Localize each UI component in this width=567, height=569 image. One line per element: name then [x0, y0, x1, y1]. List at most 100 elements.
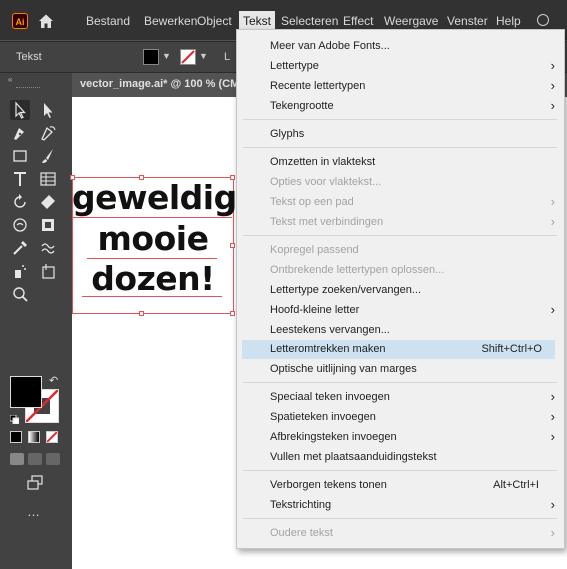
- chevron-right-icon: ›: [550, 302, 555, 317]
- menu-item-omzetten-in-vlaktekst[interactable]: Omzetten in vlaktekst: [237, 153, 564, 172]
- selection-handle[interactable]: [139, 311, 144, 316]
- menu-item-lettertype[interactable]: Lettertype ›: [237, 57, 564, 76]
- menu-item-oudere-tekst[interactable]: Oudere tekst ›: [237, 524, 564, 543]
- menu-item-leestekens-vervangen[interactable]: Leestekens vervangen...: [237, 321, 564, 340]
- chevron-right-icon: ›: [550, 194, 555, 209]
- menu-item-tekst-op-een-pad[interactable]: Tekst op een pad ›: [237, 193, 564, 212]
- control-bar-more-text: L: [224, 51, 231, 63]
- menu-item-spatieteken-invoegen[interactable]: Spatieteken invoegen ›: [237, 408, 564, 427]
- screen-mode-behind-icon[interactable]: [28, 453, 42, 465]
- chevron-right-icon: ›: [550, 429, 555, 444]
- artboard-tool-icon[interactable]: [38, 215, 58, 235]
- swap-colors-icon[interactable]: ↶: [49, 374, 58, 387]
- default-colors-icon[interactable]: [9, 411, 20, 425]
- artwork-text-line: geweldig: [72, 178, 237, 217]
- menu-separator: [243, 518, 557, 519]
- chevron-right-icon: ›: [550, 98, 555, 113]
- chevron-down-icon[interactable]: ▼: [199, 51, 208, 61]
- screen-mode-normal-icon[interactable]: [10, 453, 24, 465]
- panel-grip[interactable]: [16, 87, 40, 90]
- eyedropper-tool-icon[interactable]: [10, 238, 30, 258]
- change-screen-mode-icon[interactable]: [25, 473, 45, 493]
- rotate-tool-icon[interactable]: [10, 192, 30, 212]
- chevron-down-icon[interactable]: ▼: [162, 51, 171, 61]
- symbol-sprayer-tool-icon[interactable]: [10, 261, 30, 281]
- curvature-tool-icon[interactable]: [38, 123, 58, 143]
- menu-item-opties-voor-vlaktekst[interactable]: Opties voor vlaktekst...: [237, 173, 564, 192]
- direct-selection-tool-icon[interactable]: [38, 100, 58, 120]
- table-tool-icon[interactable]: [38, 169, 58, 189]
- menu-object[interactable]: Object: [193, 11, 236, 31]
- menu-item-tekengrootte[interactable]: Tekengrootte ›: [237, 97, 564, 116]
- menu-effect[interactable]: Effect: [339, 11, 377, 31]
- menu-tekst[interactable]: Tekst: [239, 11, 276, 31]
- text-baseline: [72, 217, 232, 218]
- chevron-right-icon: ›: [550, 389, 555, 404]
- document-tab-title: vector_image.ai* @ 100 % (CMYK: [80, 78, 255, 90]
- menu-separator: [243, 119, 557, 120]
- edit-toolbar-icon[interactable]: …: [27, 504, 40, 519]
- chevron-right-icon: ›: [550, 525, 555, 540]
- menu-separator: [243, 470, 557, 471]
- menu-item-vullen-met-plaatsaanduidingstekst[interactable]: Vullen met plaatsaanduidingstekst: [237, 448, 564, 467]
- blend-tool-icon[interactable]: [38, 238, 58, 258]
- eraser-tool-icon[interactable]: [38, 192, 58, 212]
- menu-bestand[interactable]: Bestand: [82, 11, 134, 31]
- chevron-right-icon: ›: [550, 58, 555, 73]
- rectangle-tool-icon[interactable]: [10, 146, 30, 166]
- options-icon[interactable]: [537, 14, 549, 26]
- color-mode-icon[interactable]: [10, 431, 22, 443]
- menu-item-afbrekingsteken-invoegen[interactable]: Afbrekingsteken invoegen ›: [237, 428, 564, 447]
- menu-item-tekstrichting[interactable]: Tekstrichting ›: [237, 496, 564, 515]
- chevron-right-icon: ›: [550, 78, 555, 93]
- menu-item-optische-uitlijning-van-marges[interactable]: Optische uitlijning van marges: [237, 360, 564, 379]
- chevron-right-icon: ›: [550, 497, 555, 512]
- menu-item-ontbrekende-lettertypen-oplossen[interactable]: Ontbrekende lettertypen oplossen...: [237, 261, 564, 280]
- artwork-text-line: mooie: [97, 219, 209, 258]
- gradient-mode-icon[interactable]: [28, 431, 40, 443]
- menu-item-kopregel-passend[interactable]: Kopregel passend: [237, 241, 564, 260]
- menu-separator: [243, 235, 557, 236]
- home-icon[interactable]: [36, 11, 56, 31]
- selection-tool-icon[interactable]: [10, 100, 30, 120]
- document-tab[interactable]: vector_image.ai* @ 100 % (CMYK: [72, 73, 255, 97]
- shortcut-text: Shift+Ctrl+O: [481, 343, 542, 355]
- menu-item-recente-lettertypen[interactable]: Recente lettertypen ›: [237, 77, 564, 96]
- menu-selecteren[interactable]: Selecteren: [277, 11, 342, 31]
- menu-item-lettertype-zoeken-vervangen[interactable]: Lettertype zoeken/vervangen...: [237, 281, 564, 300]
- slice-tool-icon[interactable]: [38, 261, 58, 281]
- zoom-tool-icon[interactable]: [10, 284, 30, 304]
- menu-separator: [243, 382, 557, 383]
- tools-panel: « ↶ …: [0, 73, 72, 569]
- menu-item-hoofd-kleine-letter[interactable]: Hoofd-kleine letter ›: [237, 301, 564, 320]
- menu-item-verborgen-tekens-tonen[interactable]: Verborgen tekens tonen Alt+Ctrl+I: [237, 476, 564, 495]
- fill-color-box[interactable]: [10, 376, 42, 408]
- menu-item-meer-van-adobe-fonts[interactable]: Meer van Adobe Fonts...: [237, 37, 564, 56]
- control-bar-label: Tekst: [16, 51, 42, 63]
- screen-mode-inside-icon[interactable]: [46, 453, 60, 465]
- tekst-dropdown-menu: Meer van Adobe Fonts... Lettertype › Rece…: [236, 29, 565, 549]
- chevron-right-icon: ›: [550, 409, 555, 424]
- artwork-text-line: dozen!: [91, 259, 215, 298]
- paintbrush-tool-icon[interactable]: [38, 146, 58, 166]
- text-baseline: [82, 296, 222, 297]
- collapse-panel-icon[interactable]: «: [8, 75, 12, 84]
- selection-handle[interactable]: [230, 311, 235, 316]
- illustrator-logo: Ai: [12, 13, 28, 29]
- fill-color-swatch[interactable]: [143, 49, 159, 65]
- menu-weergave[interactable]: Weergave: [380, 11, 442, 31]
- menu-item-glyphs[interactable]: Glyphs: [237, 125, 564, 144]
- menu-help[interactable]: Help: [492, 11, 525, 31]
- type-tool-icon[interactable]: [10, 169, 30, 189]
- none-mode-icon[interactable]: [46, 431, 58, 443]
- menu-venster[interactable]: Venster: [443, 11, 492, 31]
- menu-item-tekst-met-verbindingen[interactable]: Tekst met verbindingen ›: [237, 213, 564, 232]
- stroke-color-swatch[interactable]: [180, 49, 196, 65]
- shortcut-text: Alt+Ctrl+I: [493, 479, 539, 491]
- warp-tool-icon[interactable]: [10, 215, 30, 235]
- menu-item-letteromtrekken-maken[interactable]: Letteromtrekken maken Shift+Ctrl+O: [242, 340, 555, 359]
- menu-item-speciaal-teken-invoegen[interactable]: Speciaal teken invoegen ›: [237, 388, 564, 407]
- menu-separator: [243, 147, 557, 148]
- pen-tool-icon[interactable]: [10, 123, 30, 143]
- chevron-right-icon: ›: [550, 214, 555, 229]
